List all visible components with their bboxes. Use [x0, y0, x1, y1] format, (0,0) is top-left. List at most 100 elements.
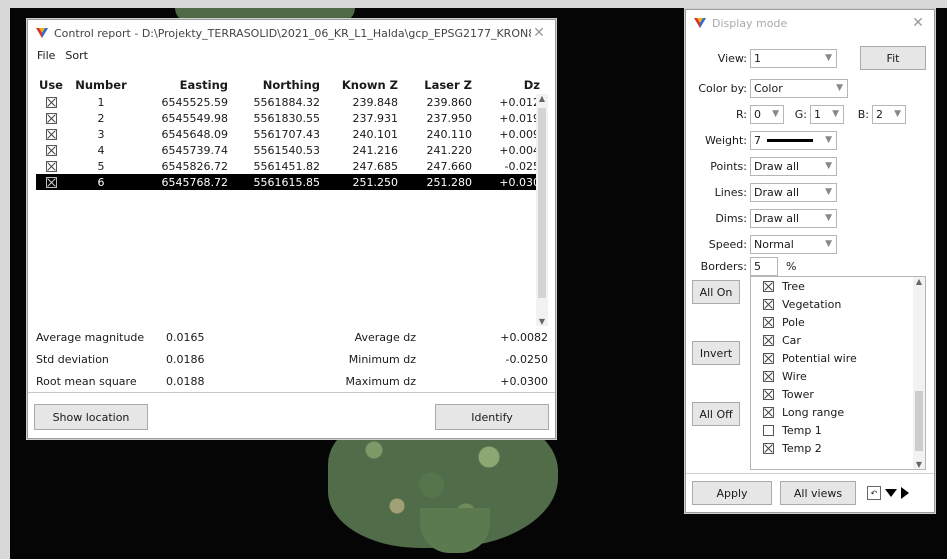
list-item[interactable]: Tower	[751, 385, 925, 403]
weight-select[interactable]: 7 ▼	[750, 130, 837, 150]
close-icon[interactable]: ✕	[531, 25, 547, 41]
triangle-down-icon[interactable]	[885, 489, 897, 497]
root-mean-square-value: 0.0188	[166, 374, 205, 388]
table-row[interactable]: 1 6545525.59 5561884.32 239.848 239.860 +0.01…	[36, 94, 548, 110]
table-row[interactable]: 6 6545768.72 5561615.85 251.250 251.280 +0.03…	[36, 174, 548, 190]
display-mode-titlebar[interactable]: Display mode ✕	[686, 10, 934, 36]
list-item[interactable]: Long range	[751, 403, 925, 421]
class-checkbox[interactable]	[763, 316, 774, 328]
chevron-down-icon: ▼	[894, 109, 901, 119]
list-item[interactable]: Tree	[751, 277, 925, 295]
use-checkbox[interactable]	[45, 113, 57, 124]
r-band-select[interactable]: 0 ▼	[750, 104, 784, 124]
use-checkbox[interactable]	[45, 129, 57, 140]
apply-button[interactable]: Apply	[692, 481, 772, 505]
list-item[interactable]: Pole	[751, 313, 925, 331]
b-band-select[interactable]: 2 ▼	[872, 104, 906, 124]
column-header-laser-z[interactable]: Laser Z	[404, 78, 478, 92]
class-checkbox[interactable]	[763, 424, 774, 436]
column-header-use[interactable]: Use	[36, 78, 66, 92]
list-item[interactable]: Wire	[751, 367, 925, 385]
scroll-up-icon[interactable]: ▲	[913, 277, 925, 286]
class-checkbox[interactable]	[763, 298, 774, 310]
use-checkbox[interactable]	[45, 97, 57, 108]
list-item[interactable]: Car	[751, 331, 925, 349]
control-report-titlebar[interactable]: Control report - D:\Projekty_TERRASOLID\…	[28, 20, 555, 46]
scrollbar-thumb[interactable]	[538, 108, 546, 298]
known-z-cell: 237.931	[352, 111, 399, 125]
identify-button[interactable]: Identify	[435, 404, 549, 430]
root-mean-square-label: Root mean square	[36, 374, 137, 388]
use-checkbox[interactable]	[45, 145, 57, 156]
dims-select[interactable]: Draw all ▼	[750, 208, 837, 228]
lines-row: Lines: Draw all ▼	[690, 182, 837, 202]
chevron-down-icon: ▼	[825, 213, 832, 223]
weight-value: 7	[754, 133, 761, 147]
table-body: 1 6545525.59 5561884.32 239.848 239.860 +0.01…	[36, 94, 548, 190]
borders-input[interactable]: 5	[750, 256, 778, 276]
use-cell	[36, 112, 66, 125]
list-item[interactable]: Potential wire	[751, 349, 925, 367]
class-list-scrollbar[interactable]: ▲ ▼	[913, 277, 925, 469]
use-checkbox[interactable]	[45, 161, 57, 172]
color-by-select[interactable]: Color ▼	[750, 78, 848, 98]
maximum-dz-label: Maximum dz	[345, 374, 416, 388]
class-checkbox[interactable]	[763, 334, 774, 346]
g-band-select[interactable]: 1 ▼	[810, 104, 844, 124]
g-label: G:	[794, 107, 807, 121]
points-select[interactable]: Draw all ▼	[750, 156, 837, 176]
invert-button[interactable]: Invert	[692, 341, 740, 365]
triangle-right-icon[interactable]	[901, 487, 909, 499]
table-row[interactable]: 5 6545826.72 5561451.82 247.685 247.660 -0.02…	[36, 158, 548, 174]
class-checkbox[interactable]	[763, 442, 774, 454]
class-checkbox[interactable]	[763, 280, 774, 292]
column-header-number[interactable]: Number	[66, 78, 136, 92]
class-checkbox[interactable]	[763, 406, 774, 418]
all-on-button[interactable]: All On	[692, 280, 740, 304]
rgb-row: R: 0 ▼ G: 1 ▼ B: 2 ▼	[690, 104, 906, 124]
list-item[interactable]: Temp 1	[751, 421, 925, 439]
column-header-easting[interactable]: Easting	[136, 78, 234, 92]
undo-icon[interactable]: ↶	[867, 486, 881, 500]
menu-sort[interactable]: Sort	[64, 49, 89, 62]
northing-cell: 5561451.82	[253, 159, 320, 173]
scroll-down-icon[interactable]: ▼	[536, 317, 548, 326]
bottom-toolbar: ↶	[867, 486, 909, 500]
number-cell: 1	[97, 95, 105, 109]
table-row[interactable]: 2 6545549.98 5561830.55 237.931 237.950 +0.01…	[36, 110, 548, 126]
chevron-down-icon: ▼	[825, 239, 832, 249]
view-select[interactable]: 1 ▼	[750, 48, 837, 68]
table-row[interactable]: 3 6545648.09 5561707.43 240.101 240.110 +0.00…	[36, 126, 548, 142]
scrollbar-thumb[interactable]	[915, 391, 923, 451]
scroll-down-icon[interactable]: ▼	[913, 460, 925, 469]
chevron-down-icon: ▼	[832, 109, 839, 119]
close-icon[interactable]: ✕	[910, 15, 926, 31]
fit-button[interactable]: Fit	[860, 46, 926, 70]
lines-select[interactable]: Draw all ▼	[750, 182, 837, 202]
use-checkbox[interactable]	[45, 177, 57, 188]
list-item[interactable]: Temp 2	[751, 439, 925, 457]
list-item[interactable]: Vegetation	[751, 295, 925, 313]
number-cell: 5	[97, 159, 105, 173]
all-views-button[interactable]: All views	[780, 481, 856, 505]
column-header-known-z[interactable]: Known Z	[326, 78, 404, 92]
points-value: Draw all	[754, 159, 800, 173]
std-deviation-value: 0.0186	[166, 352, 205, 366]
known-z-cell: 251.250	[352, 175, 399, 189]
show-location-button[interactable]: Show location	[34, 404, 148, 430]
class-checkbox[interactable]	[763, 352, 774, 364]
column-header-dz[interactable]: Dz	[478, 78, 544, 92]
laser-z-cell: 247.660	[426, 159, 473, 173]
weight-label: Weight:	[704, 133, 747, 147]
speed-select[interactable]: Normal ▼	[750, 234, 837, 254]
scroll-up-icon[interactable]: ▲	[536, 94, 548, 103]
all-off-button[interactable]: All Off	[692, 402, 740, 426]
class-checkbox[interactable]	[763, 388, 774, 400]
class-checkbox[interactable]	[763, 370, 774, 382]
class-label: Pole	[782, 315, 805, 329]
menu-file[interactable]: File	[36, 49, 56, 62]
table-row[interactable]: 4 6545739.74 5561540.53 241.216 241.220 +0.00…	[36, 142, 548, 158]
table-scrollbar[interactable]: ▲ ▼	[536, 94, 548, 326]
color-by-label: Color by:	[698, 81, 747, 95]
column-header-northing[interactable]: Northing	[234, 78, 326, 92]
